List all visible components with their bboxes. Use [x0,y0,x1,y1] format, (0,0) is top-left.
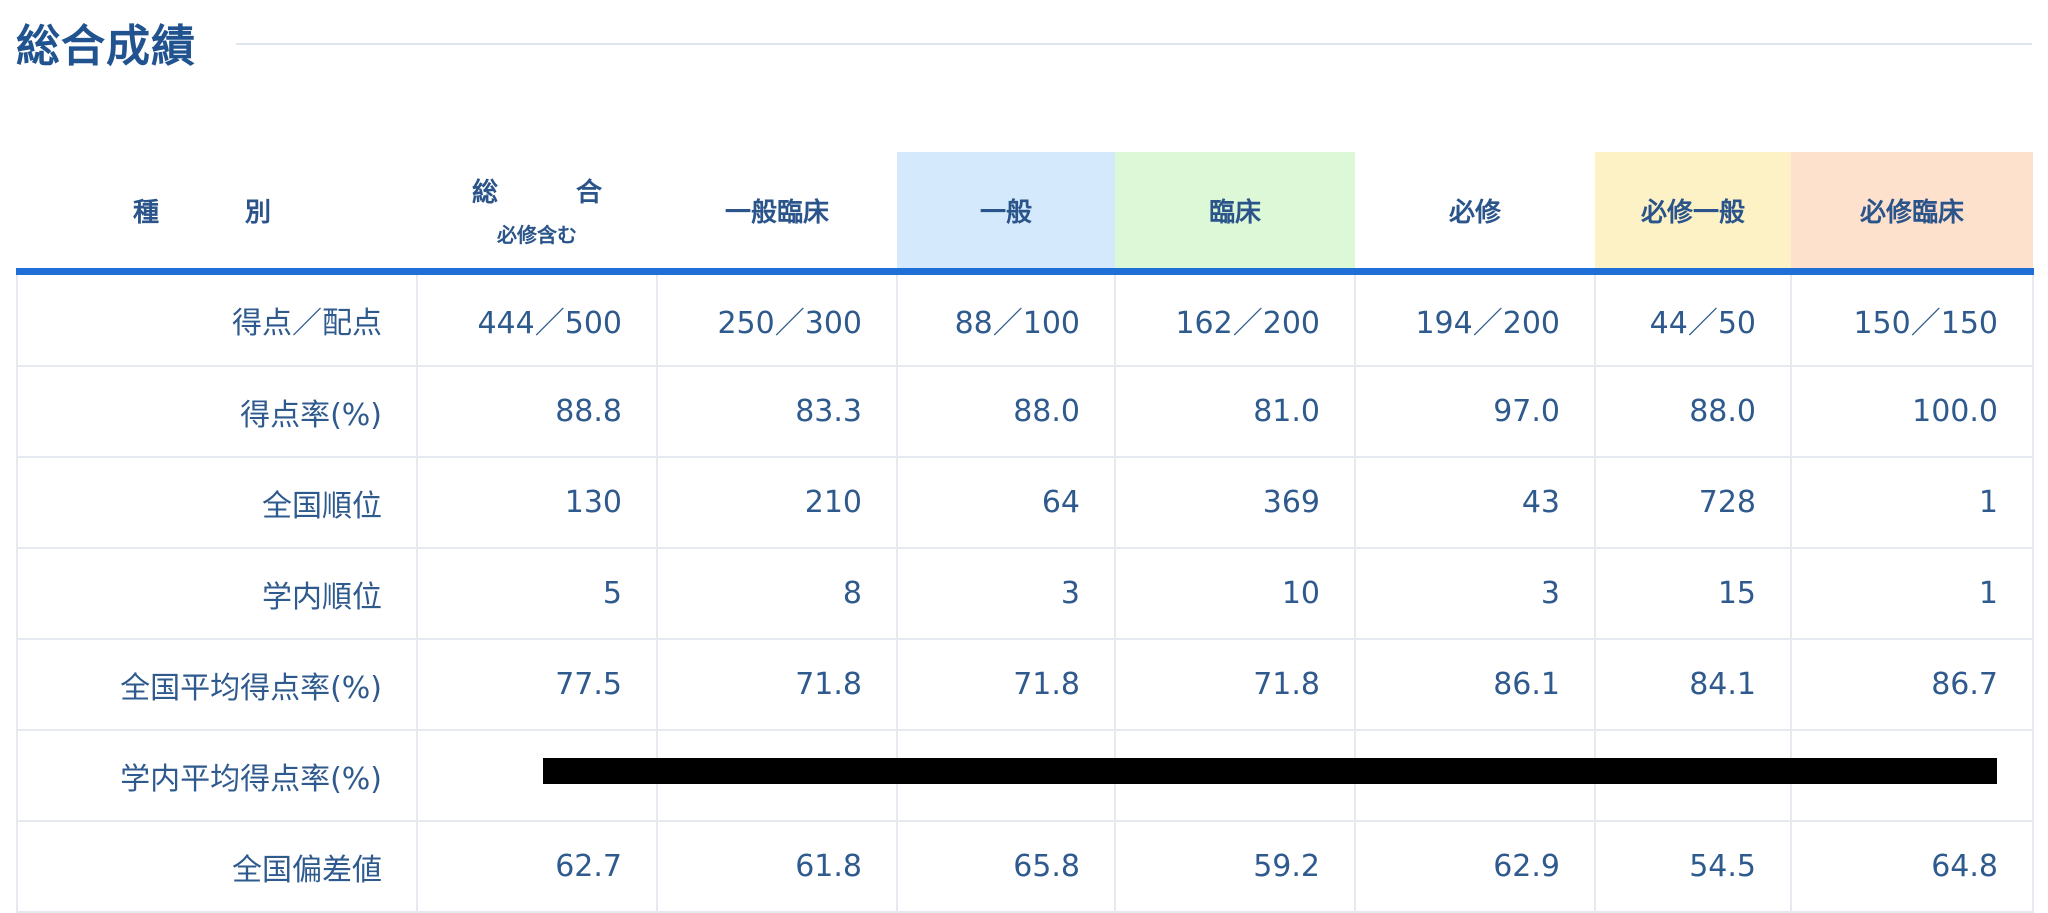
table-cell: 71.8 [896,639,1116,731]
row-label: 全国偏差値 [16,821,418,913]
header-required-label: 必修 [1448,197,1501,228]
table-cell: 1 [1790,457,2034,549]
table-cell: 71.8 [656,639,898,731]
header-type: 種 別 [17,152,417,275]
table-cell: 369 [1114,457,1356,549]
results-table: 種 別 総 合 必修含む 一般臨床 一般 臨床 必修 必修一般 必修臨床 得点／… [16,152,2034,913]
header-required-general: 必修一般 [1595,152,1791,275]
page-title: 総合成績 [16,21,196,72]
table-cell: 1 [1790,548,2034,640]
header-required-clinical: 必修臨床 [1791,152,2033,275]
header-type-label: 種 別 [132,197,301,228]
table-cell: 59.2 [1114,821,1356,913]
table-row: 得点／配点 444／500 250／300 88／100 162／200 194… [16,271,2034,367]
header-required-clinical-label: 必修臨床 [1859,197,1964,228]
table-cell: 130 [416,457,658,549]
table-cell: 150／150 [1790,271,2034,367]
table-cell: 65.8 [896,821,1116,913]
table-cell: 194／200 [1354,271,1596,367]
table-row: 全国平均得点率(%) 77.5 71.8 71.8 71.8 86.1 84.1… [16,639,2034,731]
row-label: 全国順位 [16,457,418,549]
header-row: 種 別 総 合 必修含む 一般臨床 一般 臨床 必修 必修一般 必修臨床 [17,152,2033,275]
table-row: 全国順位 130 210 64 369 43 728 1 [16,457,2034,549]
redaction-bar [543,758,1997,784]
table-cell: 444／500 [416,271,658,367]
table-cell: 210 [656,457,898,549]
header-clinical: 臨床 [1115,152,1355,275]
table-cell: 5 [416,548,658,640]
header-required-general-label: 必修一般 [1640,197,1745,228]
row-label: 学内平均得点率(%) [16,730,418,822]
table-cell: 100.0 [1790,366,2034,458]
table-cell: 3 [1354,548,1596,640]
table-cell: 86.1 [1354,639,1596,731]
table-cell: 44／50 [1594,271,1792,367]
table-cell: 8 [656,548,898,640]
table-cell: 88.8 [416,366,658,458]
table-cell: 728 [1594,457,1792,549]
table-cell: 64 [896,457,1116,549]
header-general: 一般 [897,152,1115,275]
header-clinical-label: 臨床 [1208,197,1261,228]
table-cell: 71.8 [1114,639,1356,731]
header-general-clinical: 一般臨床 [657,152,897,275]
table-cell: 81.0 [1114,366,1356,458]
table-cell: 62.7 [416,821,658,913]
header-total-sub: 必修含む [497,223,577,247]
row-label: 得点率(%) [16,366,418,458]
title-divider [236,43,2032,45]
table-cell: 250／300 [656,271,898,367]
header-total-label: 総 合 [471,178,628,208]
table-cell: 61.8 [656,821,898,913]
header-general-label: 一般 [979,197,1032,228]
header-total: 総 合 必修含む [417,152,657,275]
table-cell: 10 [1114,548,1356,640]
table-cell: 88.0 [1594,366,1792,458]
section-header: 総合成績 [16,10,2032,74]
row-label: 学内順位 [16,548,418,640]
table-cell: 162／200 [1114,271,1356,367]
header-required: 必修 [1355,152,1595,275]
table-cell: 77.5 [416,639,658,731]
row-label: 得点／配点 [16,271,418,367]
table-cell: 83.3 [656,366,898,458]
table-row: 全国偏差値 62.7 61.8 65.8 59.2 62.9 54.5 64.8 [16,821,2034,913]
table-cell: 97.0 [1354,366,1596,458]
table-row: 得点率(%) 88.8 83.3 88.0 81.0 97.0 88.0 100… [16,366,2034,458]
table-cell: 88.0 [896,366,1116,458]
table-cell: 43 [1354,457,1596,549]
table-cell: 54.5 [1594,821,1792,913]
table-cell: 86.7 [1790,639,2034,731]
header-general-clinical-label: 一般臨床 [724,197,829,228]
table-cell: 15 [1594,548,1792,640]
row-label: 全国平均得点率(%) [16,639,418,731]
table-cell: 64.8 [1790,821,2034,913]
table-cell: 88／100 [896,271,1116,367]
table-row: 学内順位 5 8 3 10 3 15 1 [16,548,2034,640]
table-cell: 62.9 [1354,821,1596,913]
table-cell: 84.1 [1594,639,1792,731]
table-cell: 3 [896,548,1116,640]
